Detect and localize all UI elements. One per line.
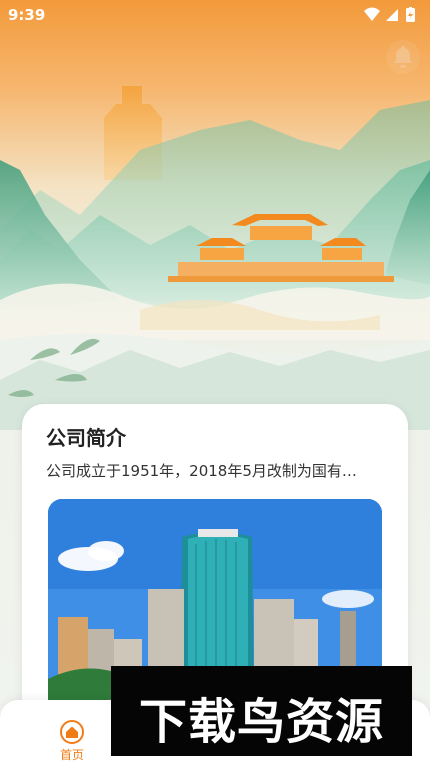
watermark-text: 下载鸟资源: [138, 694, 384, 750]
bell-icon[interactable]: [386, 40, 420, 74]
home-icon: [60, 720, 84, 744]
nav-item-home[interactable]: 首页: [44, 710, 100, 762]
status-time: 9:39: [8, 6, 46, 24]
watermark-banner: 下载鸟资源: [111, 666, 412, 756]
status-bar: 9:39: [0, 0, 430, 30]
app-screen: 9:39 公司简介 公司成立于1951年，2018年5月改制为国有… 首页 下载…: [0, 0, 430, 766]
status-icons: [364, 7, 415, 22]
company-intro-description: 公司成立于1951年，2018年5月改制为国有…: [46, 462, 357, 480]
company-intro-title: 公司简介: [46, 426, 126, 450]
nav-item-home-label: 首页: [59, 748, 84, 762]
hero-illustration: [0, 86, 430, 430]
